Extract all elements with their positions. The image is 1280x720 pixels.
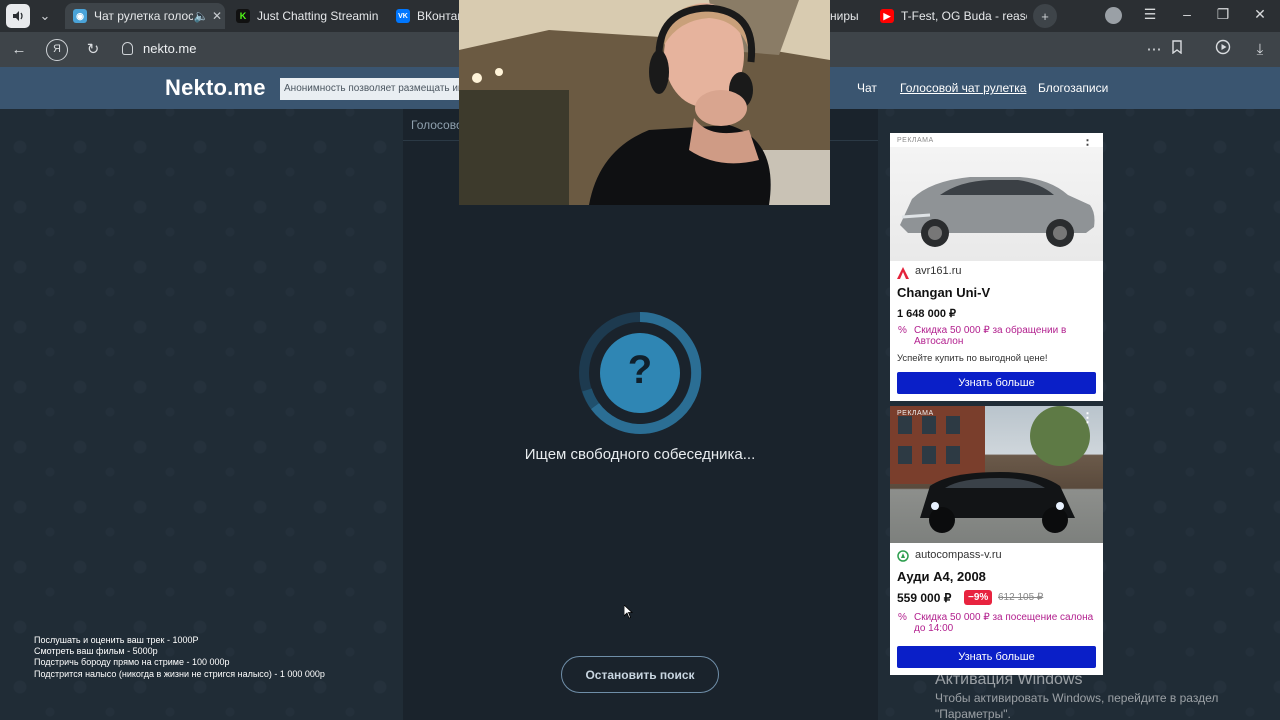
ad-promo: % Скидка 50 000 ₽ за обращении в Автосал… [898, 325, 1098, 347]
donation-list: Послушать и оценить ваш трек - 1000Р Смо… [34, 635, 325, 680]
search-spinner: ? [577, 310, 703, 436]
menu-icon[interactable]: ☰ [1140, 6, 1160, 23]
tab-vk[interactable]: VK ВКонтакт [388, 3, 460, 29]
activation-subtitle-2: "Параметры". [935, 707, 1011, 720]
windows-activation-watermark: Активация Windows Чтобы активировать Win… [935, 671, 1218, 720]
close-window-icon[interactable]: ✕ [1250, 6, 1270, 23]
ad-title[interactable]: Ауди А4, 2008 [897, 569, 986, 584]
site-logo[interactable]: Nekto.me [165, 75, 266, 101]
vk-favicon-icon: VK [396, 9, 410, 23]
ad-price: 559 000 ₽ [897, 591, 952, 605]
stop-search-button[interactable]: Остановить поиск [561, 656, 719, 693]
activation-title: Активация Windows [935, 671, 1083, 688]
youtube-favicon-icon: ▶ [880, 9, 894, 23]
learn-more-button[interactable]: Узнать больше [897, 646, 1096, 668]
nekto-favicon-icon: ◉ [73, 9, 87, 23]
nav-chat[interactable]: Чат [857, 81, 877, 95]
donation-item: Смотреть ваш фильм - 5000р [34, 646, 158, 657]
tab-label: ниры [830, 9, 859, 23]
donation-item: Подстрится налысо (никогда в жизни не ст… [34, 668, 325, 679]
back-arrow-icon[interactable]: ← [8, 39, 30, 61]
ad-promo: % Скидка 50 000 ₽ за посещение салона до… [898, 612, 1098, 634]
ad-promo-text: Скидка 50 000 ₽ за обращении в Автосалон [914, 325, 1067, 347]
lock-icon[interactable] [122, 42, 133, 55]
speaker-icon: 🔈 [193, 9, 209, 23]
brand-logo-icon [897, 266, 909, 279]
ad-title[interactable]: Changan Uni-V [897, 285, 990, 300]
tab-partial[interactable]: ниры [830, 3, 870, 29]
question-mark-icon: ? [627, 348, 653, 392]
webcam-overlay [459, 0, 830, 205]
new-tab-plus-icon[interactable]: + [1033, 4, 1057, 28]
donation-item: Послушать и оценить ваш трек - 1000Р [34, 635, 199, 645]
ad-car-image [890, 406, 1103, 543]
old-price: 612 105 ₽ [998, 592, 1044, 603]
activation-subtitle: Чтобы активировать Windows, перейдите в … [935, 691, 1219, 705]
percent-icon: % [898, 612, 907, 623]
search-status-text: Ищем свободного собеседника... [524, 446, 756, 463]
tab-label: T-Fest, OG Buda - reason [901, 9, 1027, 23]
bookmark-icon[interactable] [1166, 39, 1188, 61]
percent-icon: % [898, 325, 907, 336]
minimize-icon[interactable]: – [1177, 6, 1197, 22]
ad-menu-icon[interactable]: ⋮ [1081, 410, 1094, 426]
tab-close-icon[interactable]: ✕ [209, 9, 225, 23]
ad-note: Успейте купить по выгодной цене! [897, 353, 1048, 364]
player-icon[interactable] [1212, 39, 1234, 61]
kick-favicon-icon: K [236, 9, 250, 23]
tab-label: Чат рулетка голосо [94, 9, 193, 23]
donation-item: Подстричь бороду прямо на стриме - 100 0… [34, 657, 230, 668]
ad-price: 1 648 000 ₽ [897, 308, 956, 320]
ad-domain[interactable]: autocompass-v.ru [915, 549, 1002, 561]
yandex-icon[interactable]: Я [46, 39, 68, 61]
nav-voice-roulette[interactable]: Голосовой чат рулетка [900, 81, 1026, 95]
ad-label: РЕКЛАМА [897, 137, 934, 144]
audio-tab-icon[interactable] [6, 4, 30, 28]
anonymity-notice: Анонимность позволяет размещать инф [280, 78, 470, 100]
tab-list-chevron-icon[interactable]: ⌄ [33, 4, 57, 28]
tab-nekto[interactable]: ◉ Чат рулетка голосо 🔈 ✕ [65, 3, 225, 29]
ad-card-changan[interactable]: РЕКЛАМА ⋮ avr161.ru Changan Uni-V 1 648 … [890, 133, 1103, 401]
tab-label: Just Chatting Streaming - [257, 9, 378, 23]
tab-kick[interactable]: K Just Chatting Streaming - [228, 3, 378, 29]
nav-blog[interactable]: Блогозаписи [1038, 81, 1108, 95]
tab-youtube[interactable]: ▶ T-Fest, OG Buda - reason [872, 3, 1027, 29]
ad-domain[interactable]: avr161.ru [915, 265, 961, 277]
restore-icon[interactable]: ❐ [1213, 6, 1233, 23]
download-icon[interactable]: ⤓ [1249, 39, 1271, 61]
ad-label: РЕКЛАМА [897, 410, 934, 417]
ad-car-image [890, 147, 1103, 261]
learn-more-button[interactable]: Узнать больше [897, 372, 1096, 394]
address-bar-url[interactable]: nekto.me [143, 41, 196, 56]
more-dots-icon[interactable]: ⋯ [1143, 39, 1165, 61]
reload-icon[interactable]: ↻ [82, 39, 104, 61]
compass-logo-icon [897, 549, 909, 562]
profile-avatar-icon[interactable] [1105, 7, 1122, 24]
ad-promo-text: Скидка 50 000 ₽ за посещение салона до 1… [914, 612, 1094, 634]
breadcrumb: Голосово [411, 118, 463, 132]
mouse-cursor-icon [623, 604, 634, 619]
ad-card-audi[interactable]: РЕКЛАМА ⋮ autocompass-v.ru Ауди А4, 2008… [890, 406, 1103, 675]
discount-badge: −9% [964, 590, 993, 605]
tab-label: ВКонтакт [417, 9, 460, 23]
